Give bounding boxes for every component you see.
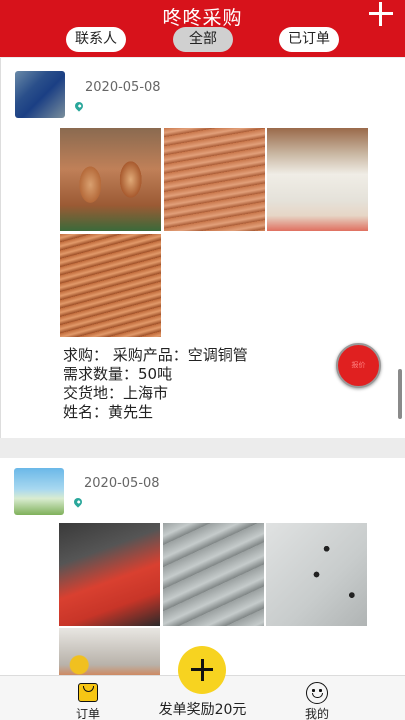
app-screen: 咚咚采购 联系人 全部 已订单 2020-05-08 求购： 采购产品：空调铜管… [0, 0, 405, 720]
page-title: 咚咚采购 [162, 7, 243, 29]
product-photo[interactable] [60, 234, 161, 337]
post-date: 2020-05-08 [85, 80, 161, 95]
avatar[interactable] [15, 71, 65, 118]
quantity-line: 需求数量：50吨 [63, 365, 173, 383]
reward-label: 发单奖励20元 [158, 702, 247, 718]
post-order-button[interactable] [178, 646, 226, 694]
tab-contacts[interactable]: 联系人 [66, 27, 126, 52]
delivery-location-line: 交货地：上海市 [63, 384, 169, 402]
product-photo[interactable] [163, 523, 264, 626]
purchase-info: 求购： 采购产品：空调铜管 需求数量：50吨 交货地：上海市 姓名：黄先生 [63, 346, 248, 422]
location-pin-icon [73, 100, 85, 112]
post-card[interactable]: 2020-05-08 求购： 采购产品：空调铜管 需求数量：50吨 交货地：上海… [0, 58, 405, 438]
filter-tabs: 联系人 全部 已订单 [0, 27, 405, 53]
tab-all[interactable]: 全部 [173, 27, 233, 52]
contact-name-line: 姓名：黄先生 [63, 403, 154, 421]
product-photo[interactable] [59, 523, 160, 626]
scrollbar-thumb[interactable] [398, 369, 402, 419]
tab-ordered[interactable]: 已订单 [279, 27, 339, 52]
location-pin-icon [72, 496, 84, 508]
top-header: 咚咚采购 联系人 全部 已订单 [0, 0, 405, 57]
avatar[interactable] [14, 468, 64, 515]
add-icon[interactable] [369, 2, 393, 26]
quote-button[interactable]: 报价 [336, 343, 381, 388]
purchase-product-line: 求购： 采购产品：空调铜管 [63, 346, 248, 364]
product-photo[interactable] [266, 523, 367, 626]
product-photo[interactable] [60, 128, 161, 231]
product-photo[interactable] [267, 128, 368, 231]
product-photo[interactable] [164, 128, 265, 231]
post-date: 2020-05-08 [84, 476, 160, 491]
